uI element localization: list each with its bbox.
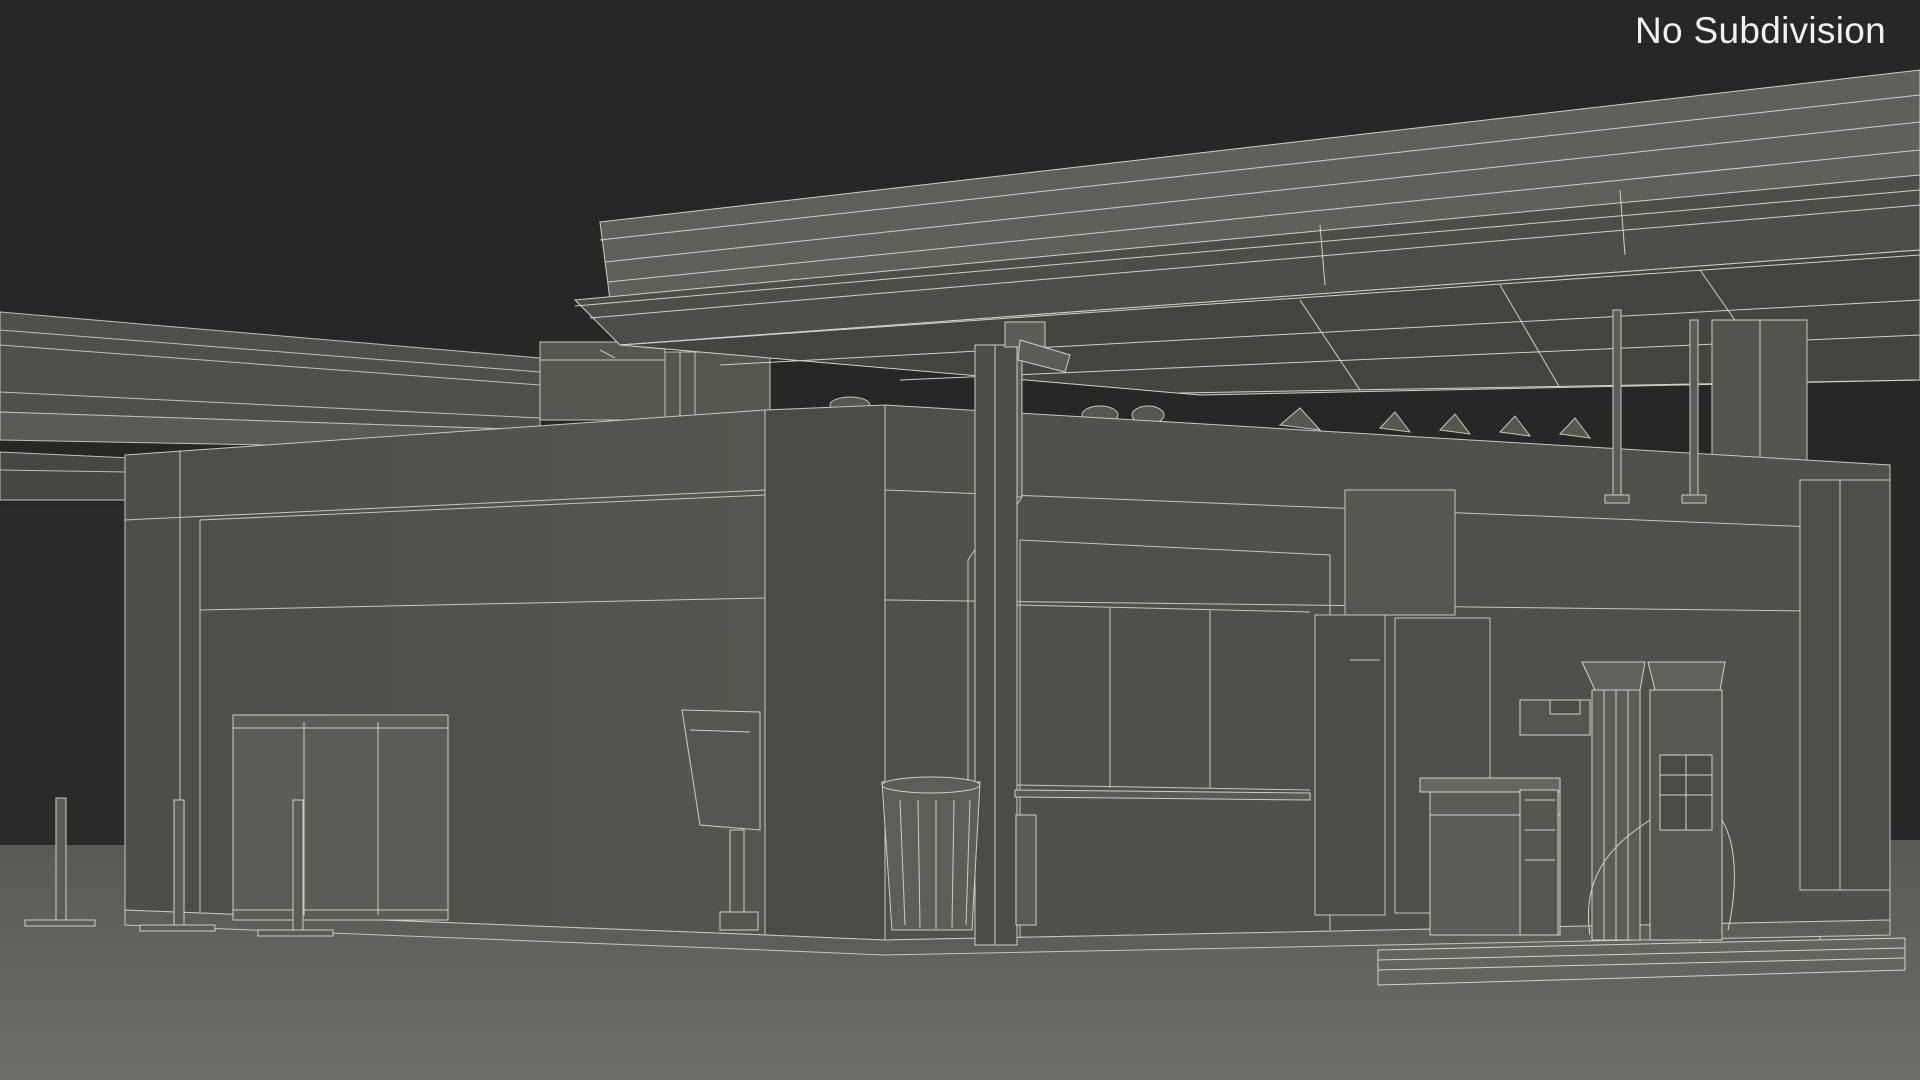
gas-station-wireframe-render: [0, 69, 1920, 1080]
ground-horizon: [0, 505, 130, 845]
3d-viewport[interactable]: No Subdivision: [0, 0, 1920, 1080]
utility-cabinet: [232, 714, 449, 921]
trash-can: [881, 776, 981, 931]
viewport-mode-label: No Subdivision: [1634, 10, 1886, 51]
